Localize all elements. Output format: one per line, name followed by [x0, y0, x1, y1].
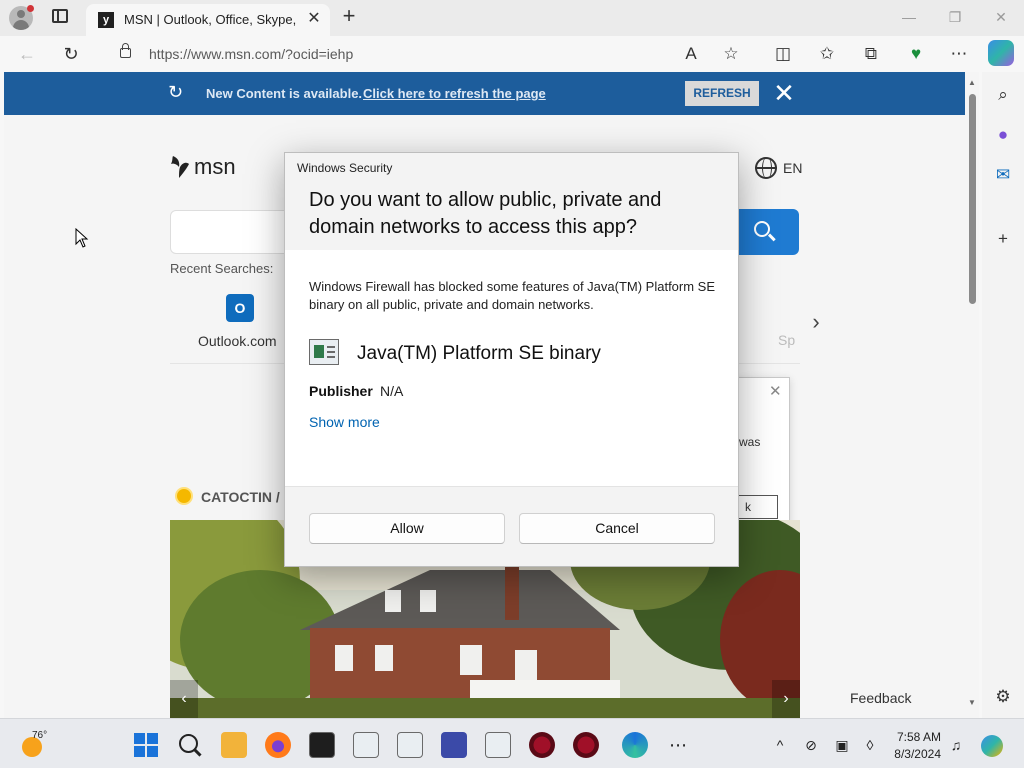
read-aloud-icon[interactable]: A — [678, 41, 704, 67]
popup-text: was — [739, 435, 761, 449]
new-content-message: New Content is available. — [206, 86, 363, 101]
collections-icon[interactable]: ⧉ — [858, 41, 884, 67]
language-selector[interactable]: EN — [783, 160, 802, 176]
split-screen-icon[interactable]: ◫ — [770, 41, 796, 67]
refresh-icon[interactable]: ↻ — [58, 41, 84, 67]
sidebar-add-icon[interactable]: + — [990, 226, 1016, 252]
mouse-cursor-icon — [75, 228, 89, 248]
refresh-button[interactable]: REFRESH — [685, 81, 759, 106]
lock-icon[interactable] — [120, 43, 131, 58]
red-app-icon-2[interactable] — [573, 732, 599, 758]
sun-icon — [177, 489, 191, 503]
java-taskbar-icon-2[interactable] — [397, 732, 423, 758]
msn-butterfly-icon — [171, 156, 189, 178]
address-toolbar: ← ↻ https://www.msn.com/?ocid=iehp A ☆ ◫… — [0, 36, 1024, 72]
clock-date[interactable]: 8/3/2024 — [891, 747, 941, 761]
terminal-icon[interactable] — [309, 732, 335, 758]
browser-essentials-icon[interactable]: ♥ — [903, 41, 929, 67]
java-taskbar-icon-3[interactable] — [485, 732, 511, 758]
tab-actions-icon[interactable] — [52, 9, 68, 23]
quicklink-faded[interactable]: Sp — [778, 332, 795, 348]
chevron-right-icon[interactable]: › — [806, 310, 826, 334]
cancel-button[interactable]: Cancel — [519, 513, 715, 544]
copilot-icon[interactable] — [988, 40, 1014, 66]
app-taskbar-icon[interactable] — [441, 732, 467, 758]
recent-searches-label: Recent Searches: — [170, 261, 274, 276]
edge-sidebar: ⌕ ● ✉ + ⚙ — [982, 72, 1024, 718]
hero-prev-icon[interactable]: ‹ — [170, 680, 198, 718]
new-content-bar: ↻ New Content is available. Click here t… — [4, 72, 965, 115]
start-menu-icon[interactable] — [133, 732, 159, 758]
quicklink-outlook[interactable]: Outlook.com — [198, 333, 277, 349]
tab-title: MSN | Outlook, Office, Skype, Bi — [124, 12, 299, 27]
edge-browser-icon[interactable] — [622, 732, 648, 758]
sidebar-copilot-icon[interactable]: ● — [990, 122, 1016, 148]
windows-security-dialog: Windows Security Do you want to allow pu… — [284, 152, 739, 567]
globe-icon[interactable] — [755, 157, 777, 179]
volume-icon[interactable]: ◊ — [860, 735, 880, 755]
show-more-link[interactable]: Show more — [309, 414, 380, 430]
close-notification-icon[interactable]: ✕ — [772, 79, 796, 107]
file-explorer-icon[interactable] — [221, 732, 247, 758]
red-app-icon-1[interactable] — [529, 732, 555, 758]
url-text[interactable]: https://www.msn.com/?ocid=iehp — [149, 46, 353, 62]
yahoo-favicon-icon: y — [98, 12, 114, 28]
weather-temperature[interactable]: 76° — [32, 730, 47, 741]
refresh-page-link[interactable]: Click here to refresh the page — [363, 86, 546, 101]
copilot-taskbar-icon[interactable] — [981, 735, 1003, 757]
back-arrow-icon[interactable]: ← — [14, 41, 40, 67]
network-icon[interactable]: ⊘ — [801, 735, 821, 755]
sidebar-search-icon[interactable]: ⌕ — [990, 82, 1016, 108]
popup-close-icon[interactable]: ✕ — [769, 382, 782, 400]
weather-location[interactable]: CATOCTIN / — [201, 489, 280, 505]
sidebar-outlook-icon[interactable]: ✉ — [990, 162, 1016, 188]
publisher-label: Publisher — [309, 383, 373, 399]
taskbar-search-icon[interactable] — [177, 732, 203, 758]
new-tab-icon[interactable]: + — [338, 5, 360, 27]
favorite-star-icon[interactable]: ☆ — [718, 41, 744, 67]
msn-logo-text[interactable]: msn — [194, 154, 236, 180]
minimize-icon[interactable]: — — [895, 6, 923, 28]
browser-tab-msn[interactable]: y MSN | Outlook, Office, Skype, Bi ✕ — [86, 4, 330, 36]
publisher-value: N/A — [380, 383, 404, 399]
notifications-bell-icon[interactable]: ♫ — [946, 735, 966, 755]
background-popup: ✕ was k — [723, 377, 790, 527]
dialog-title: Do you want to allow public, private and… — [309, 189, 662, 238]
dialog-footer: Allow Cancel — [285, 486, 738, 566]
scroll-down-icon[interactable]: ▼ — [966, 698, 978, 708]
dialog-caption: Windows Security — [297, 161, 393, 175]
sidebar-settings-icon[interactable]: ⚙ — [990, 684, 1016, 710]
scrollbar-thumb[interactable] — [969, 94, 976, 304]
tab-close-icon[interactable]: ✕ — [304, 9, 324, 29]
display-icon[interactable]: ▣ — [832, 735, 852, 755]
allow-button[interactable]: Allow — [309, 513, 505, 544]
taskbar-more-icon[interactable]: ⋯ — [668, 735, 688, 755]
address-bar[interactable]: https://www.msn.com/?ocid=iehp — [108, 39, 758, 69]
restore-icon[interactable]: ❐ — [941, 6, 969, 28]
scroll-up-icon[interactable]: ▲ — [966, 78, 978, 88]
profile-notification-dot — [27, 5, 34, 12]
java-taskbar-icon-1[interactable] — [353, 732, 379, 758]
refresh-circle-icon: ↻ — [168, 82, 184, 102]
dialog-header: Windows Security Do you want to allow pu… — [285, 153, 738, 250]
feedback-button[interactable]: Feedback — [850, 690, 911, 706]
clock-time[interactable]: 7:58 AM — [893, 730, 941, 744]
outlook-icon[interactable]: O — [226, 294, 254, 322]
browser-titlebar: y MSN | Outlook, Office, Skype, Bi ✕ + —… — [0, 0, 1024, 36]
search-icon — [754, 221, 770, 237]
show-hidden-icons-icon[interactable]: ^ — [770, 735, 790, 755]
app-name: Java(TM) Platform SE binary — [357, 343, 601, 364]
favorites-icon[interactable]: ✩ — [814, 41, 840, 67]
hero-next-icon[interactable]: › — [772, 680, 800, 718]
windows-taskbar: 76° ⋯ ^ ⊘ ▣ ◊ 7:58 AM 8/3/2024 ♫ — [0, 718, 1024, 768]
firefox-icon[interactable] — [265, 732, 291, 758]
settings-more-icon[interactable]: ⋯ — [946, 41, 972, 67]
java-app-icon — [309, 339, 339, 365]
web-search-button[interactable] — [738, 209, 799, 255]
dialog-description: Windows Firewall has blocked some featur… — [309, 279, 716, 312]
close-window-icon[interactable]: ✕ — [987, 6, 1015, 28]
